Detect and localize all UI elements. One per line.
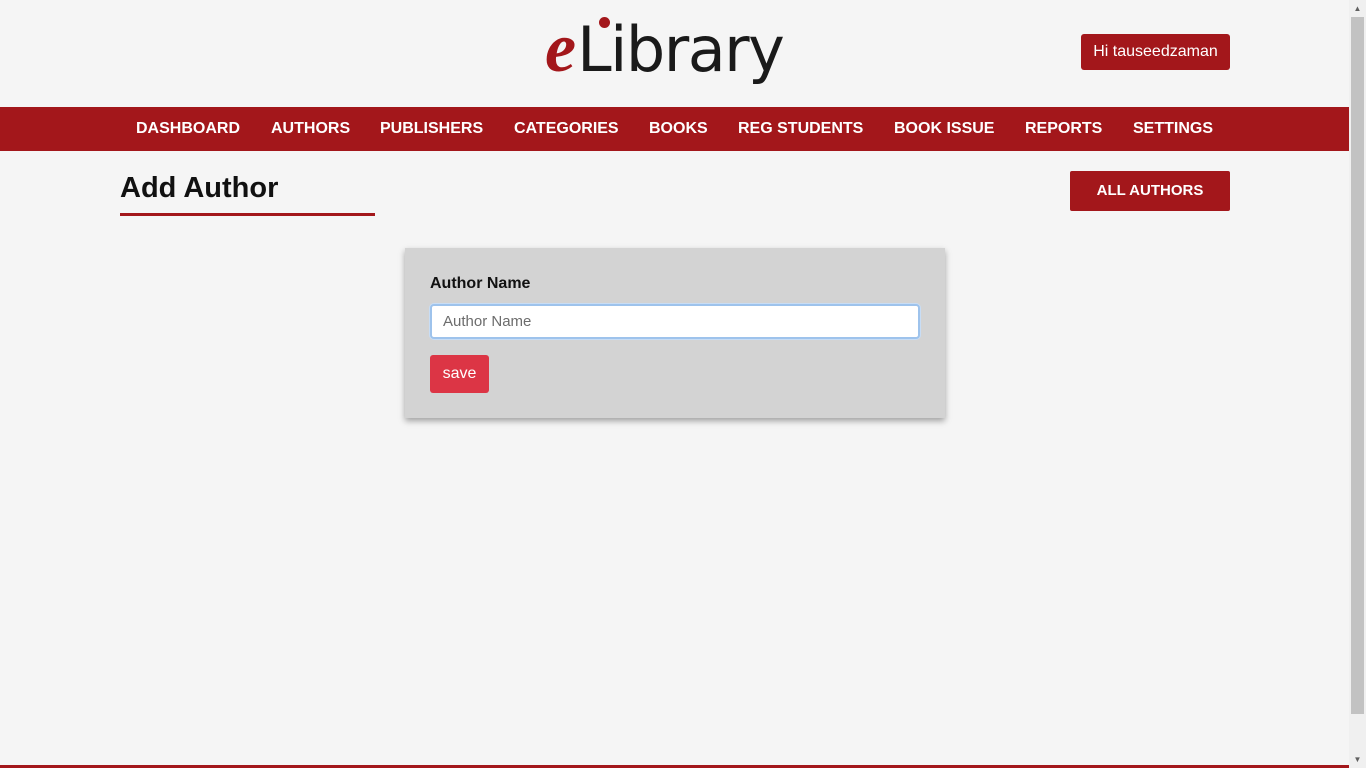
title-underline — [120, 213, 375, 216]
user-greeting-button[interactable]: Hi tauseedzaman — [1081, 34, 1230, 70]
nav-item-books[interactable]: BOOKS — [649, 107, 708, 151]
page: e Library Hi tauseedzaman DASHBOARD AUTH… — [0, 0, 1349, 768]
nav-item-book-issue[interactable]: BOOK ISSUE — [894, 107, 994, 151]
scroll-thumb[interactable] — [1351, 17, 1364, 714]
page-title: Add Author — [120, 172, 279, 204]
nav-item-reg-students[interactable]: REG STUDENTS — [738, 107, 863, 151]
main-navbar: DASHBOARD AUTHORS PUBLISHERS CATEGORIES … — [0, 107, 1349, 151]
nav-item-reports[interactable]: REPORTS — [1025, 107, 1102, 151]
scroll-down-arrow-icon[interactable]: ▼ — [1349, 751, 1366, 768]
nav-item-dashboard[interactable]: DASHBOARD — [136, 107, 240, 151]
logo-dot — [599, 17, 610, 28]
nav-item-categories[interactable]: CATEGORIES — [514, 107, 619, 151]
add-author-form: Author Name save — [405, 248, 945, 418]
nav-item-authors[interactable]: AUTHORS — [271, 107, 350, 151]
author-name-input[interactable] — [430, 304, 920, 339]
elibrary-logo[interactable]: e Library — [545, 10, 785, 87]
author-name-label: Author Name — [430, 275, 531, 292]
all-authors-button[interactable]: ALL AUTHORS — [1070, 171, 1230, 211]
save-button[interactable]: save — [430, 355, 489, 393]
vertical-scrollbar[interactable]: ▲ ▼ — [1349, 0, 1366, 768]
site-header: e Library Hi tauseedzaman — [0, 0, 1349, 107]
nav-item-settings[interactable]: SETTINGS — [1133, 107, 1213, 151]
logo-e: e — [545, 10, 576, 87]
nav-item-publishers[interactable]: PUBLISHERS — [380, 107, 483, 151]
scroll-up-arrow-icon[interactable]: ▲ — [1349, 0, 1366, 17]
